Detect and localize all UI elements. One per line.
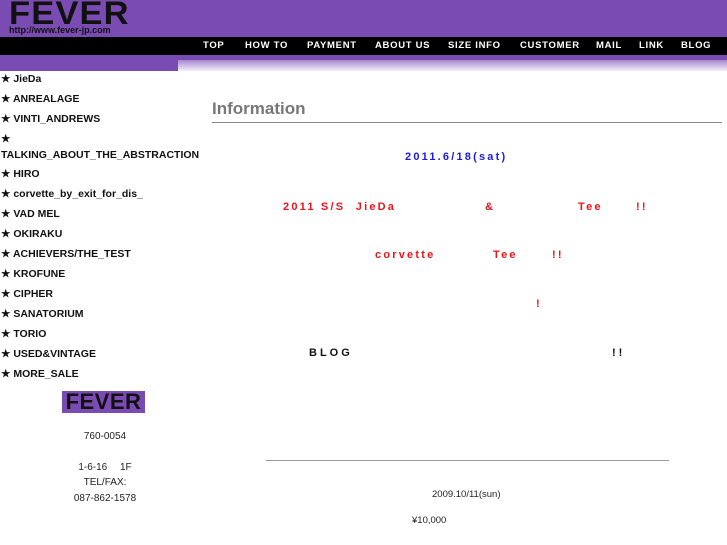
page-title: Information <box>212 99 306 118</box>
sidebar-item-anrealage[interactable]: ★ ANREALAGE <box>1 92 79 106</box>
old-news-date: 2009.10/11(sun) <box>432 489 501 500</box>
news-line1-text: 2011 S/S JieDa <box>283 201 397 213</box>
nav-size-info[interactable]: SIZE INFO <box>448 37 501 55</box>
sidebar-item-torio[interactable]: ★ TORIO <box>1 327 46 341</box>
site-url: http://www.fever-jp.com <box>9 25 111 35</box>
nav-about-us[interactable]: ABOUT US <box>375 37 430 55</box>
site-header: FEVER http://www.fever-jp.com <box>0 0 727 37</box>
nav-mail[interactable]: MAIL <box>596 37 622 55</box>
news-line1-tee: Tee <box>578 201 603 213</box>
news-line2-corvette: corvette <box>375 249 436 261</box>
price: ¥10,000 <box>412 515 447 526</box>
blog-link[interactable]: BLOG <box>309 347 353 359</box>
blog-line-exclaim: !! <box>612 347 626 359</box>
title-divider <box>212 122 722 123</box>
nav-payment[interactable]: PAYMENT <box>307 37 357 55</box>
address: 1-6-16 1F <box>78 462 132 473</box>
main-nav: TOP HOW TO PAYMENT ABOUT US SIZE INFO CU… <box>0 37 727 55</box>
sidebar-item-vinti-andrews[interactable]: ★ VINTI_ANDREWS <box>1 112 100 126</box>
sidebar-item-hiro[interactable]: ★ HIRO <box>1 167 40 181</box>
news-date: 2011.6/18(sat) <box>405 151 508 163</box>
tel-label: TEL/FAX: <box>83 477 127 488</box>
news-line2-exclaim: !! <box>552 249 564 261</box>
sidebar-item-krofune[interactable]: ★ KROFUNE <box>1 267 65 281</box>
section-divider <box>266 460 669 461</box>
sidebar-item-sanatorium[interactable]: ★ SANATORIUM <box>1 307 84 321</box>
sidebar-logo: FEVER <box>62 391 145 413</box>
news-line1-amp: & <box>485 201 496 213</box>
sidebar-item-talking-about-the-abstraction[interactable]: TALKING_ABOUT_THE_ABSTRACTION <box>1 148 199 162</box>
sidebar-item-okiraku[interactable]: ★ OKIRAKU <box>1 227 62 241</box>
sidebar-item-corvette[interactable]: ★ corvette_by_exit_for_dis_ <box>1 187 143 201</box>
sidebar-item-used-vintage[interactable]: ★ USED&VINTAGE <box>1 347 96 361</box>
news-line2-tee: Tee <box>493 249 518 261</box>
news-line3-exclaim: ! <box>536 298 542 310</box>
sidebar-item-more-sale[interactable]: ★ MORE_SALE <box>1 367 79 381</box>
sidebar-item-achievers[interactable]: ★ ACHIEVERS/THE_TEST <box>1 247 131 261</box>
sidebar-item-vad-mel[interactable]: ★ VAD MEL <box>1 207 60 221</box>
nav-how-to[interactable]: HOW TO <box>245 37 288 55</box>
sidebar-item-cipher[interactable]: ★ CIPHER <box>1 287 53 301</box>
news-line1-exclaim: !! <box>636 201 648 213</box>
nav-blog[interactable]: BLOG <box>681 37 711 55</box>
sidebar-header-bar <box>0 60 178 71</box>
nav-top[interactable]: TOP <box>203 37 224 55</box>
tel-number: 087-862-1578 <box>73 493 137 504</box>
postal-code: 760-0054 <box>83 431 127 442</box>
sidebar-item-jieda[interactable]: ★ JieDa <box>1 72 41 86</box>
nav-customer[interactable]: CUSTOMER <box>520 37 580 55</box>
nav-link[interactable]: LINK <box>639 37 664 55</box>
star-icon: ★ <box>1 133 11 145</box>
gradient-bar <box>178 60 727 71</box>
